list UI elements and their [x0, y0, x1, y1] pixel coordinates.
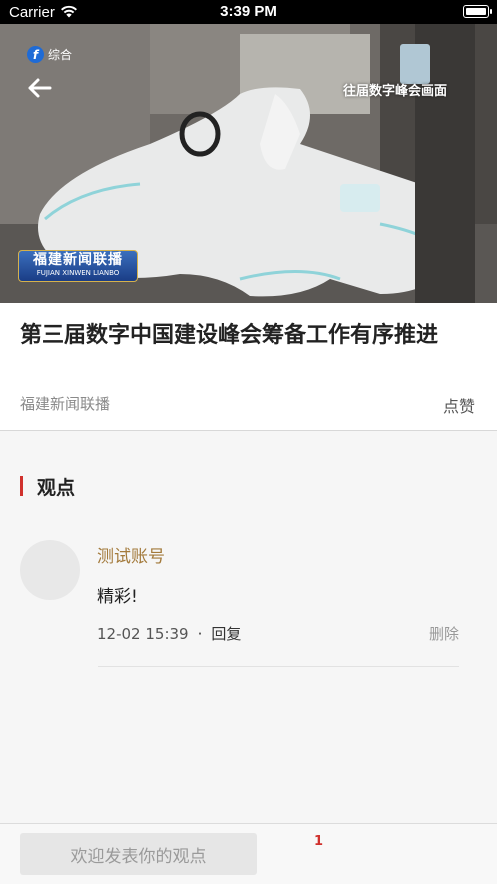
comments-heading-label: 观点 [37, 476, 76, 499]
meta-separator: · [197, 624, 203, 643]
battery-icon [463, 5, 492, 18]
article-source: 福建新闻联播 [20, 395, 111, 413]
comments-section-heading: 观点 [20, 474, 76, 499]
bottom-bar: 欢迎发表你的观点 1 [0, 823, 497, 884]
article-title: 第三届数字中国建设峰会筹备工作有序推进 [20, 323, 439, 348]
channel-badge: f 综合 [27, 46, 72, 63]
comment-count-badge[interactable]: 1 [314, 834, 323, 849]
video-player[interactable]: f 综合 往届数字峰会画面 福建新闻联播 FUJIAN XINWEN LIANB… [0, 24, 497, 303]
comment-item: 测试账号 精彩! 12-02 15:39 · 回复 删除 [20, 538, 460, 668]
video-caption: 往届数字峰会画面 [342, 84, 447, 99]
reply-button[interactable]: 回复 [211, 623, 241, 644]
news-program-logo: 福建新闻联播 FUJIAN XINWEN LIANBO [18, 250, 138, 282]
news-logo-pinyin: FUJIAN XINWEN LIANBO [36, 269, 120, 277]
comment-divider [98, 666, 459, 667]
fujian-tv-logo-icon: f [27, 46, 44, 63]
comment-input[interactable]: 欢迎发表你的观点 [20, 833, 257, 875]
back-arrow-icon [28, 78, 52, 98]
article-header: 第三届数字中国建设峰会筹备工作有序推进 福建新闻联播 点赞 [0, 303, 497, 431]
back-button[interactable] [26, 76, 56, 100]
comment-author[interactable]: 测试账号 [97, 542, 165, 567]
delete-button[interactable]: 删除 [429, 623, 459, 644]
news-logo-chinese: 福建新闻联播 [33, 252, 123, 268]
avatar[interactable] [20, 540, 80, 600]
comment-meta: 12-02 15:39 · 回复 [97, 623, 241, 644]
heading-accent-bar [20, 476, 23, 496]
channel-name: 综合 [48, 48, 73, 62]
comment-content: 精彩! [97, 587, 138, 607]
like-button[interactable]: 点赞 [443, 393, 475, 417]
status-bar: Carrier 3:39 PM [0, 0, 497, 24]
comment-time: 12-02 15:39 [97, 624, 189, 643]
status-time: 3:39 PM [220, 3, 277, 20]
